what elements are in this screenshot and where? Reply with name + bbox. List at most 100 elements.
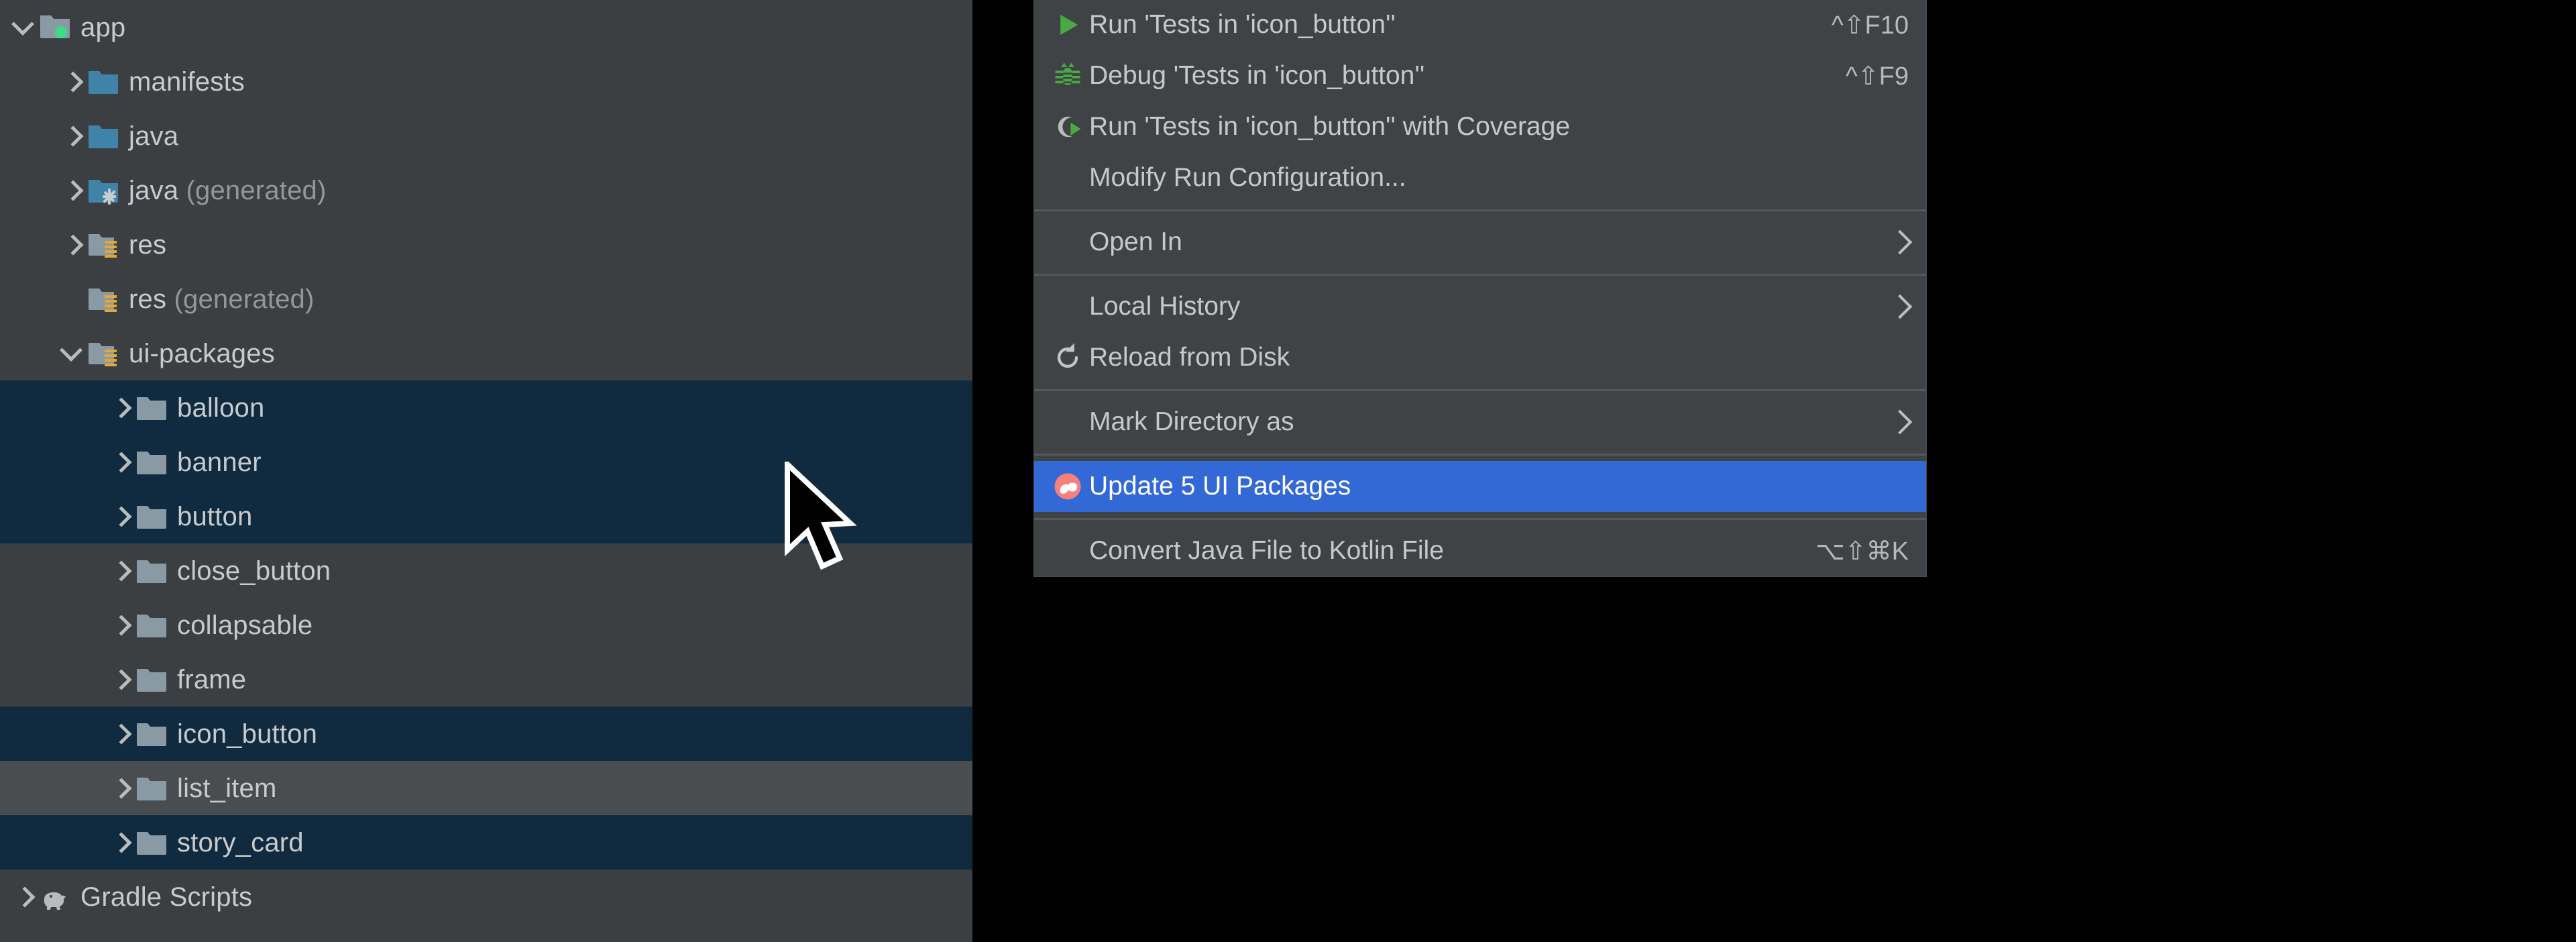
folder-gray-icon	[135, 665, 168, 694]
menu-item-label: Debug 'Tests in 'icon_button''	[1089, 61, 1425, 90]
menu-separator	[1034, 274, 1926, 276]
menu-item[interactable]: Reload from Disk	[1034, 332, 1926, 383]
chevron-right-icon[interactable]	[56, 163, 87, 217]
chevron-right-icon[interactable]	[105, 435, 135, 489]
tree-row-label: button	[177, 501, 253, 531]
menu-icon-placeholder	[1049, 533, 1086, 568]
run-with-coverage-icon	[1049, 109, 1086, 144]
tree-row[interactable]: java (generated)	[0, 163, 972, 217]
tree-row-label-suffix: (generated)	[178, 175, 327, 205]
tree-row-label: balloon	[177, 392, 265, 423]
folder-gray-icon	[135, 611, 168, 640]
chevron-right-icon[interactable]	[56, 217, 87, 272]
menu-item[interactable]: Convert Java File to Kotlin File ⌥⇧⌘K	[1034, 525, 1926, 576]
chevron-down-icon[interactable]	[8, 0, 39, 54]
menu-item[interactable]: Mark Directory as	[1034, 397, 1926, 448]
tree-row[interactable]: close_button	[0, 543, 972, 598]
menu-item-shortcut: ^⇧F9	[1845, 62, 1909, 91]
menu-item-label: Run 'Tests in 'icon_button''	[1089, 10, 1396, 39]
tree-row-label: collapsable	[177, 610, 313, 640]
tree-row[interactable]: java	[0, 109, 972, 163]
chevron-right-icon[interactable]	[105, 706, 135, 761]
menu-item-label: Modify Run Configuration...	[1089, 163, 1406, 192]
tree-row[interactable]: frame	[0, 652, 972, 706]
tree-row[interactable]: collapsable	[0, 598, 972, 652]
tree-row[interactable]: res	[0, 217, 972, 272]
tree-row-label: app	[80, 12, 126, 42]
chevron-right-icon[interactable]	[8, 870, 39, 924]
folder-gray-icon	[135, 774, 168, 803]
chevron-right-icon[interactable]	[105, 598, 135, 652]
context-menu[interactable]: Run 'Tests in 'icon_button'' ^⇧F10 Debug '…	[1033, 0, 1927, 577]
debug-green-bug-icon	[1050, 58, 1085, 93]
tree-row-label: list_item	[177, 773, 277, 803]
menu-item-shortcut: ^⇧F10	[1831, 11, 1909, 40]
tree-row[interactable]: icon_button	[0, 706, 972, 761]
folder-res-icon	[87, 230, 119, 260]
tree-row[interactable]: story_card	[0, 815, 972, 870]
tree-row-label: java (generated)	[129, 175, 327, 205]
menu-separator	[1034, 518, 1926, 520]
tree-row[interactable]: res (generated)	[0, 272, 972, 326]
menu-item[interactable]: Modify Run Configuration...	[1034, 152, 1926, 203]
chevron-right-icon[interactable]	[105, 489, 135, 543]
tree-row-label: Gradle Scripts	[80, 882, 253, 912]
menu-item[interactable]: Update 5 UI Packages	[1034, 461, 1926, 512]
tree-row[interactable]: ui-packages	[0, 326, 972, 380]
chevron-right-icon[interactable]	[105, 761, 135, 815]
folder-res-icon	[87, 284, 119, 314]
run-with-coverage-icon	[1050, 109, 1085, 144]
tree-row[interactable]: list_item	[0, 761, 972, 815]
no-chevron-spacer	[56, 272, 87, 326]
menu-item[interactable]: Local History	[1034, 281, 1926, 332]
menu-item-label: Convert Java File to Kotlin File	[1089, 536, 1444, 565]
chevron-right-icon[interactable]	[56, 109, 87, 163]
reload-from-disk-icon	[1050, 340, 1085, 375]
menu-item-shortcut: ⌥⇧⌘K	[1815, 537, 1909, 566]
chevron-down-icon[interactable]	[56, 326, 87, 380]
tree-row[interactable]: balloon	[0, 380, 972, 435]
menu-item-label: Run 'Tests in 'icon_button'' with Covera…	[1089, 112, 1571, 141]
menu-item[interactable]: Run 'Tests in 'icon_button'' ^⇧F10	[1034, 0, 1926, 50]
menu-item[interactable]: Debug 'Tests in 'icon_button'' ^⇧F9	[1034, 50, 1926, 101]
tree-row[interactable]: manifests	[0, 54, 972, 109]
menu-icon-placeholder	[1049, 289, 1086, 324]
tree-row[interactable]: Gradle Scripts	[0, 870, 972, 924]
tree-row-label: story_card	[177, 827, 304, 857]
menu-icon-placeholder	[1049, 405, 1086, 439]
chevron-right-icon[interactable]	[105, 380, 135, 435]
folder-blue-icon	[87, 121, 119, 151]
tree-row[interactable]: banner	[0, 435, 972, 489]
run-green-triangle-icon	[1049, 7, 1086, 42]
folder-gray-icon	[135, 828, 168, 857]
screen-root: app manifests java java (generated) res res (…	[0, 0, 2576, 942]
folder-gray-icon	[135, 556, 168, 586]
tree-row-label-suffix: (generated)	[166, 284, 315, 314]
chevron-right-icon[interactable]	[105, 652, 135, 706]
menu-item[interactable]: Open In	[1034, 217, 1926, 268]
tree-row[interactable]: app	[0, 0, 972, 54]
folder-gray-icon	[135, 448, 168, 477]
folder-gray-icon	[135, 393, 168, 423]
chevron-right-icon[interactable]	[105, 543, 135, 598]
tree-row-label: res	[129, 229, 167, 260]
chevron-right-icon[interactable]	[56, 54, 87, 109]
folder-gray-icon	[135, 502, 168, 531]
folder-res-icon	[87, 339, 119, 368]
submenu-chevron-right-icon	[1887, 229, 1913, 255]
tree-row[interactable]: button	[0, 489, 972, 543]
project-tree-panel[interactable]: app manifests java java (generated) res res (…	[0, 0, 972, 942]
tree-row-label: res (generated)	[129, 284, 315, 314]
chevron-right-icon[interactable]	[105, 815, 135, 870]
menu-item[interactable]: Run 'Tests in 'icon_button'' with Covera…	[1034, 101, 1926, 152]
update-ui-packages-plugin-icon	[1050, 469, 1085, 504]
folder-blue-icon	[87, 67, 119, 97]
